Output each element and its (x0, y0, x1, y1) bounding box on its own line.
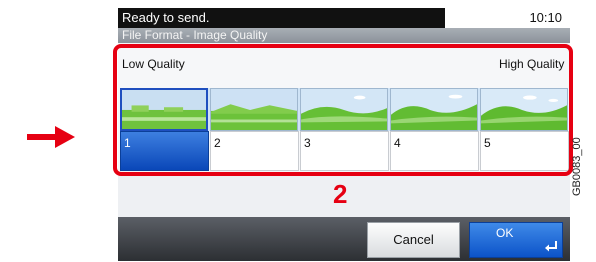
status-bar: Ready to send. 10:10 (118, 8, 570, 28)
highlight-frame (113, 44, 573, 176)
enter-icon (545, 241, 557, 252)
screen-title: File Format - Image Quality (118, 28, 570, 43)
status-message: Ready to send. (118, 8, 445, 28)
ok-button[interactable]: OK (469, 222, 563, 258)
callout-number: 2 (333, 179, 348, 209)
cancel-button[interactable]: Cancel (367, 222, 460, 258)
figure-code: GB0083_00 (571, 137, 583, 196)
pointer-arrow-icon (27, 126, 75, 148)
bottom-action-bar: Cancel OK (118, 217, 570, 261)
ok-label: OK (496, 226, 514, 240)
status-time: 10:10 (529, 10, 562, 25)
